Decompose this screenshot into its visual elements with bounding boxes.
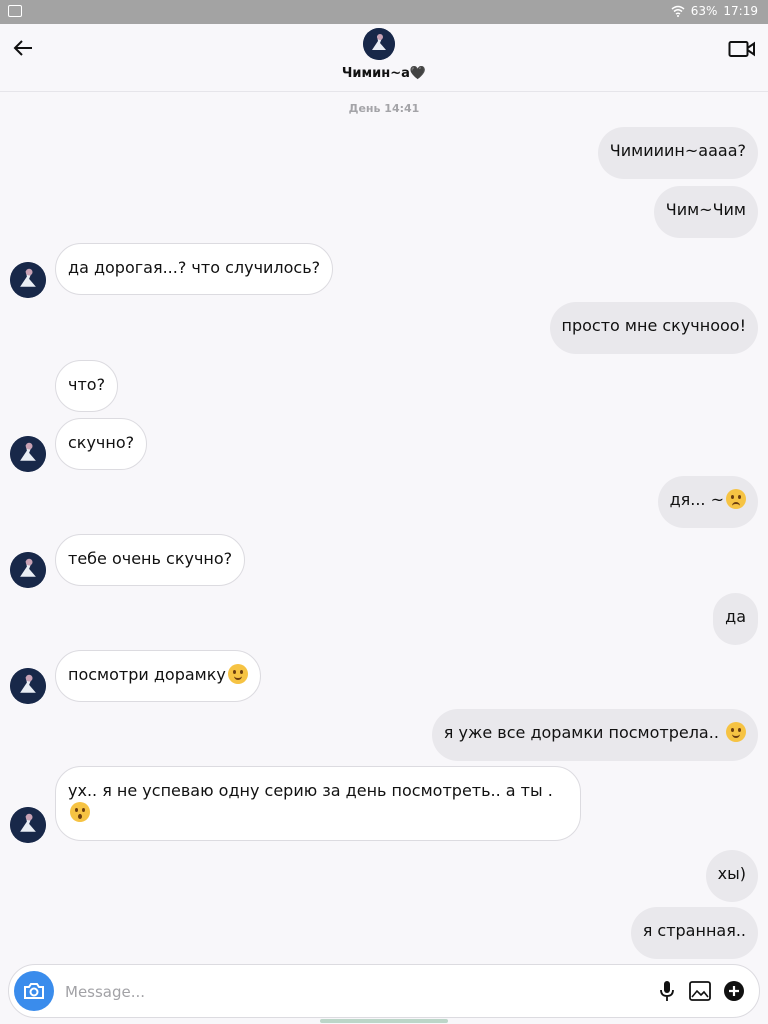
date-separator: День 14:41 [348, 102, 420, 115]
outgoing-message[interactable]: да [713, 593, 758, 645]
avatar-image [10, 807, 46, 843]
chat-header: Чимин~а🖤 [0, 24, 768, 92]
contact-avatar[interactable] [10, 668, 46, 704]
gallery-icon [689, 981, 711, 1001]
message-text: просто мне скучнооо! [561, 316, 746, 335]
message-text: я уже все дорамки посмотрела.. [443, 723, 719, 742]
outgoing-message[interactable]: Чим~Чим [653, 186, 758, 238]
video-call-button[interactable] [728, 38, 756, 60]
message-text: я странная.. [642, 921, 746, 940]
plus-circle-icon [724, 981, 744, 1001]
contact-avatar[interactable] [363, 28, 395, 60]
camera-button[interactable] [14, 971, 54, 1011]
message-composer [8, 964, 760, 1018]
message-text: тебе очень скучно? [68, 549, 233, 568]
incoming-message[interactable]: тебе очень скучно? [55, 534, 246, 586]
worried-emoji-icon [726, 489, 746, 509]
outgoing-message[interactable]: просто мне скучнооо! [549, 302, 758, 354]
message-text: посмотри дорамку [68, 665, 226, 684]
gallery-notification-icon [8, 5, 22, 17]
gallery-button[interactable] [687, 978, 713, 1004]
battery-level: 63% [690, 4, 718, 18]
wifi-icon [671, 5, 685, 17]
microphone-icon [660, 981, 674, 1001]
contact-avatar[interactable] [10, 436, 46, 472]
home-indicator[interactable] [320, 1019, 448, 1023]
contact-avatar[interactable] [10, 552, 46, 588]
contact-avatar[interactable] [10, 262, 46, 298]
incoming-message[interactable]: что? [55, 360, 119, 412]
avatar-image [10, 552, 46, 588]
back-button[interactable] [10, 36, 36, 60]
outgoing-message[interactable]: Чимииин~аааа? [597, 127, 758, 179]
back-arrow-icon [13, 40, 32, 56]
message-text: да [725, 607, 746, 626]
message-text: дя... ~ [669, 490, 724, 509]
message-text: хы) [717, 864, 746, 883]
status-right: 63% 17:19 [671, 4, 758, 18]
incoming-message[interactable]: скучно? [55, 418, 148, 470]
message-text: да дорогая...? что случилось? [68, 258, 321, 277]
avatar-image [10, 436, 46, 472]
outgoing-message[interactable]: хы) [705, 850, 758, 902]
outgoing-message[interactable]: я странная.. [630, 907, 758, 959]
contact-avatar[interactable] [10, 807, 46, 843]
status-bar: 63% 17:19 [0, 0, 768, 24]
camera-icon [24, 983, 44, 999]
contact-name[interactable]: Чимин~а🖤 [0, 66, 768, 81]
add-attachment-button[interactable] [721, 978, 747, 1004]
video-call-icon [728, 41, 755, 57]
incoming-message[interactable]: да дорогая...? что случилось? [55, 243, 334, 295]
incoming-message[interactable]: ух.. я не успеваю одну серию за день пос… [55, 766, 581, 841]
smiling-emoji-icon [227, 664, 248, 684]
message-text: Чим~Чим [665, 200, 746, 219]
message-input[interactable] [63, 978, 587, 1006]
outgoing-message[interactable]: дя... ~ [657, 476, 758, 528]
message-text: что? [68, 375, 106, 394]
outgoing-message[interactable]: я уже все дорамки посмотрела.. [431, 709, 758, 761]
message-text: ух.. я не успеваю одну серию за день пос… [68, 781, 553, 800]
voice-message-button[interactable] [654, 978, 680, 1004]
avatar-image [10, 668, 46, 704]
message-text: Чимииин~аааа? [609, 141, 746, 160]
avatar-image [10, 262, 46, 298]
slight-smile-emoji-icon [726, 722, 746, 742]
incoming-message[interactable]: посмотри дорамку [55, 650, 261, 702]
avatar-image [363, 28, 395, 60]
message-text: скучно? [68, 433, 135, 452]
clock: 17:19 [723, 4, 758, 18]
surprised-emoji-icon [70, 802, 90, 822]
